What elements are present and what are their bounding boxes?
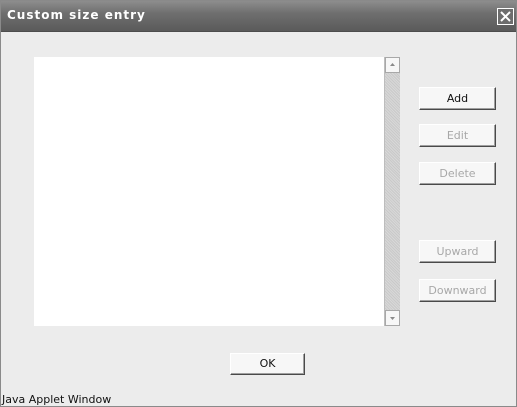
title-bar[interactable]: Custom size entry	[1, 1, 516, 32]
scroll-down-arrow-icon	[390, 317, 395, 320]
ok-button[interactable]: OK	[230, 353, 305, 375]
close-button[interactable]	[497, 8, 514, 25]
custom-size-list[interactable]	[34, 57, 400, 326]
close-x-icon	[500, 11, 511, 22]
downward-button[interactable]: Downward	[419, 279, 496, 302]
edit-button[interactable]: Edit	[419, 124, 496, 147]
scroll-up-arrow-icon	[390, 63, 395, 66]
scroll-up-button[interactable]	[385, 57, 400, 73]
status-bar-text: Java Applet Window	[2, 393, 112, 406]
dialog-window: Custom size entry Add Edit Delete Upward…	[0, 0, 517, 407]
window-title: Custom size entry	[7, 8, 146, 22]
upward-button[interactable]: Upward	[419, 240, 496, 263]
scroll-track[interactable]	[385, 73, 400, 310]
scroll-down-button[interactable]	[385, 310, 400, 326]
delete-button[interactable]: Delete	[419, 162, 496, 185]
list-scrollbar[interactable]	[384, 57, 400, 326]
add-button[interactable]: Add	[419, 87, 496, 110]
